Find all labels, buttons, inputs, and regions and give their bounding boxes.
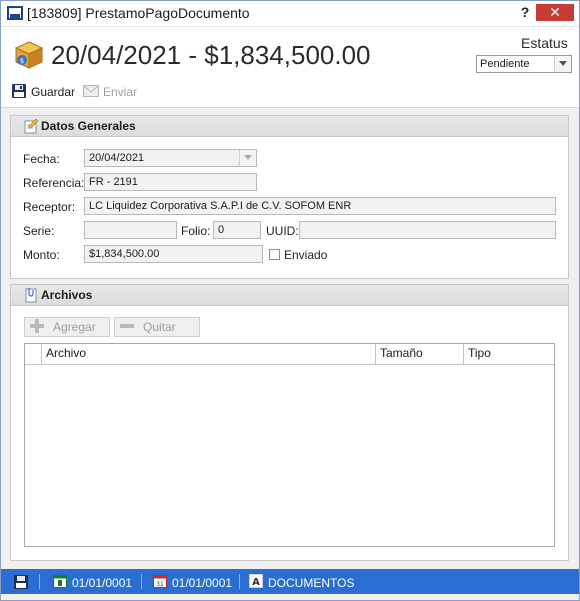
status-label: Estatus: [521, 35, 568, 51]
calendar-add-icon: [53, 574, 67, 591]
app-icon: [7, 6, 23, 20]
serie-label: Serie:: [23, 224, 55, 238]
title-bar: [183809] PrestamoPagoDocumento ? ✕: [1, 1, 579, 27]
fecha-label: Fecha:: [23, 152, 60, 166]
add-file-button[interactable]: Agregar: [24, 317, 110, 337]
floppy-disk-icon: [13, 574, 29, 593]
referencia-field[interactable]: FR - 2191: [84, 173, 257, 191]
date-created: 01/01/0001: [72, 575, 133, 590]
status-date-modified: 31 01/01/0001: [153, 574, 232, 591]
fecha-field[interactable]: 20/04/2021: [84, 149, 257, 167]
referencia-value: FR - 2191: [89, 176, 138, 188]
status-section: A DOCUMENTOS: [249, 574, 354, 591]
uuid-field[interactable]: [299, 221, 556, 239]
remove-file-button[interactable]: Quitar: [114, 317, 200, 337]
window-title: [183809] PrestamoPagoDocumento: [27, 5, 250, 21]
svg-text:A: A: [252, 577, 260, 588]
divider: [141, 574, 142, 589]
group-header: Datos Generales: [11, 116, 568, 137]
status-dropdown[interactable]: Pendiente: [476, 55, 572, 73]
uuid-label: UUID:: [266, 224, 299, 238]
edit-document-icon: [23, 118, 39, 134]
letter-a-icon: A: [249, 574, 263, 591]
referencia-label: Referencia:: [23, 176, 85, 190]
receptor-value: LC Liquidez Corporativa S.A.P.I de C.V. …: [89, 200, 352, 212]
package-icon: $: [13, 39, 45, 71]
monto-value: $1,834,500.00: [89, 248, 160, 260]
table-header: Archivo Tamaño Tipo: [25, 344, 554, 365]
add-label: Agregar: [53, 320, 96, 334]
remove-label: Quitar: [143, 320, 176, 334]
column-header-archivo[interactable]: Archivo: [41, 344, 375, 364]
calendar-icon: 31: [153, 574, 167, 591]
status-value: Pendiente: [480, 58, 530, 70]
envelope-icon: [83, 84, 99, 100]
receptor-label: Receptor:: [23, 200, 76, 214]
divider: [39, 574, 40, 589]
receptor-field[interactable]: LC Liquidez Corporativa S.A.P.I de C.V. …: [84, 197, 556, 215]
chevron-down-icon[interactable]: [554, 56, 571, 72]
group-title: Datos Generales: [41, 119, 136, 133]
enviado-label: Enviado: [284, 248, 328, 262]
monto-field[interactable]: $1,834,500.00: [84, 245, 263, 263]
folio-label: Folio:: [181, 224, 211, 238]
help-button[interactable]: ?: [517, 4, 533, 22]
archivos-group: Archivos Agregar Quitar Archivo Tamaño T…: [10, 284, 569, 561]
section-name: DOCUMENTOS: [268, 575, 355, 590]
main-window: [183809] PrestamoPagoDocumento ? ✕ $ 20/…: [0, 0, 580, 601]
document-header: $ 20/04/2021 - $1,834,500.00 Estatus Pen…: [1, 27, 579, 108]
minus-icon: [119, 318, 135, 337]
svg-text:31: 31: [156, 581, 164, 588]
group-header: Archivos: [11, 285, 568, 306]
enviado-checkbox[interactable]: [269, 249, 280, 260]
save-button[interactable]: Guardar: [11, 83, 75, 101]
floppy-disk-icon: [11, 83, 27, 102]
group-title: Archivos: [41, 288, 93, 302]
files-table[interactable]: Archivo Tamaño Tipo: [24, 343, 555, 547]
send-label: Enviar: [103, 85, 138, 99]
date-modified: 01/01/0001: [172, 575, 233, 590]
svg-text:$: $: [20, 57, 24, 65]
close-button[interactable]: ✕: [536, 4, 574, 21]
plus-icon: [29, 318, 45, 337]
fecha-value: 20/04/2021: [89, 152, 145, 164]
column-header-tipo[interactable]: Tipo: [463, 344, 554, 364]
folio-value: 0: [218, 224, 225, 236]
datos-generales-group: Datos Generales Fecha: 20/04/2021 Refere…: [10, 115, 569, 279]
save-label: Guardar: [31, 85, 76, 99]
attachment-icon: [23, 287, 39, 303]
status-bar: 01/01/0001 31 01/01/0001 A DOCUMENTOS: [1, 569, 579, 594]
serie-field[interactable]: [84, 221, 177, 239]
chevron-down-icon[interactable]: [239, 150, 256, 166]
status-date-created: 01/01/0001: [53, 574, 132, 591]
column-header-tamano[interactable]: Tamaño: [375, 344, 463, 364]
monto-label: Monto:: [23, 248, 60, 262]
status-save-button[interactable]: [13, 574, 29, 593]
page-title: 20/04/2021 - $1,834,500.00: [51, 40, 371, 70]
send-button[interactable]: Enviar: [83, 83, 137, 101]
divider: [239, 574, 240, 589]
folio-field[interactable]: 0: [213, 221, 261, 239]
